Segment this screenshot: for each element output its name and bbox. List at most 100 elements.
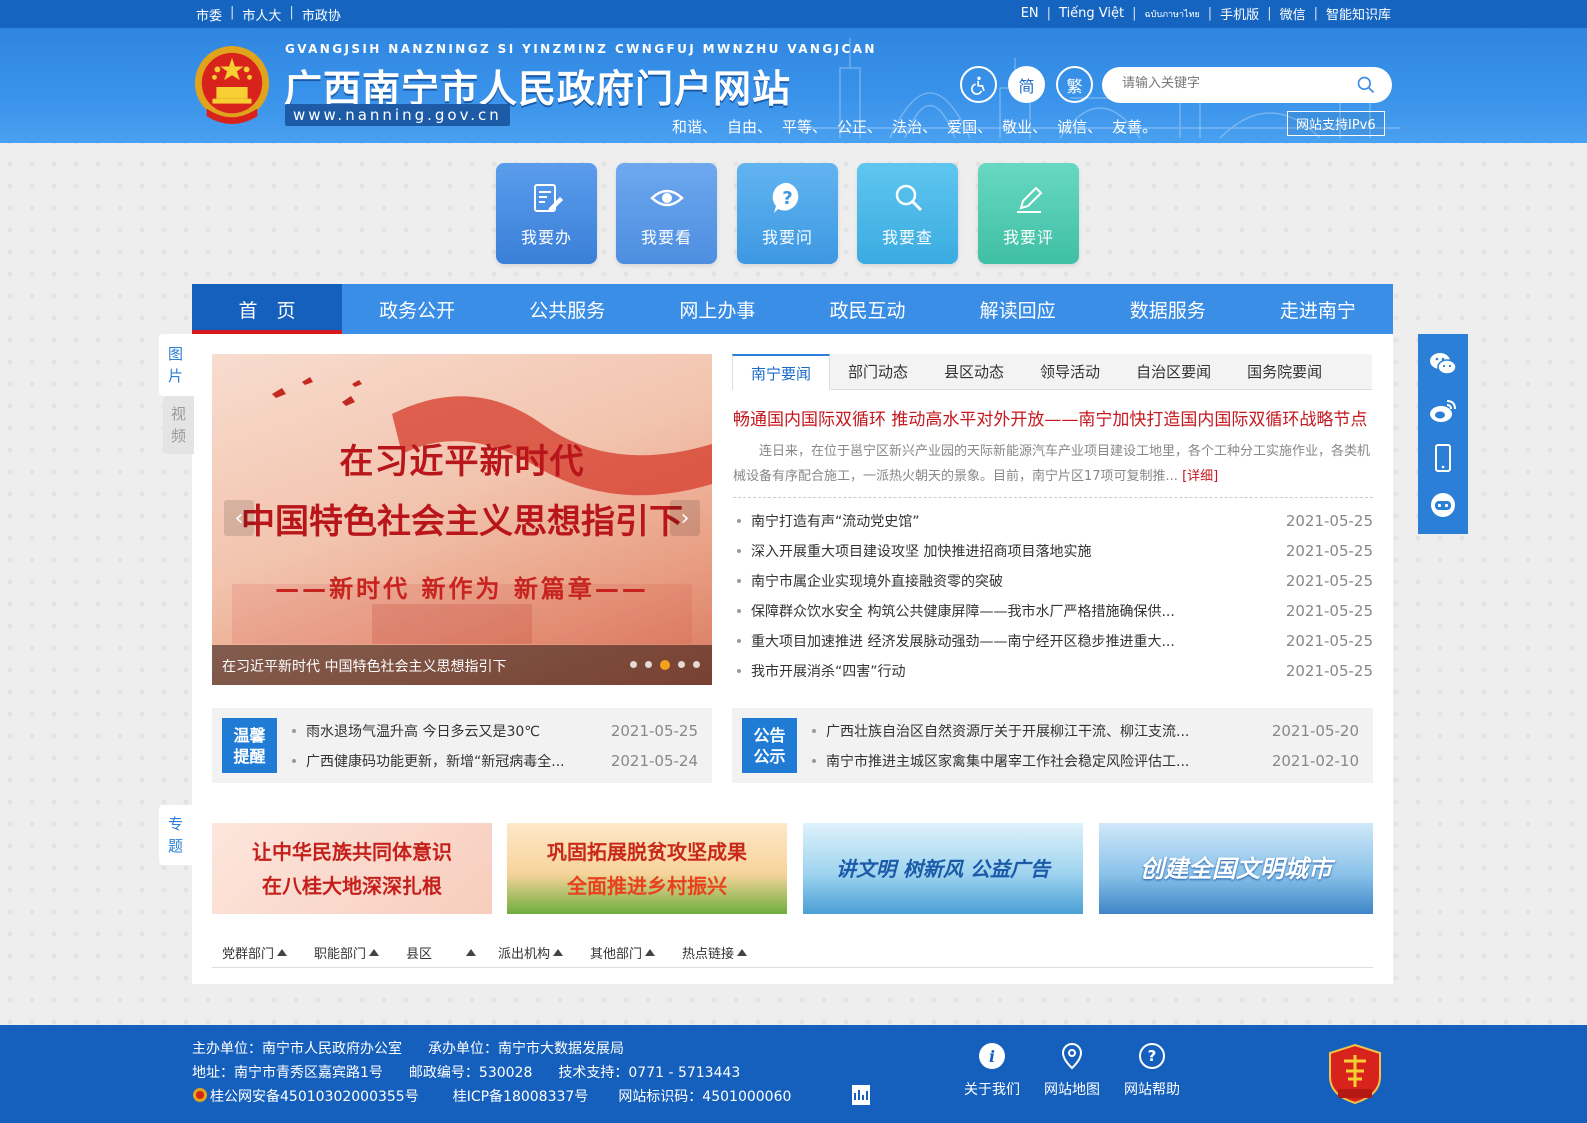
banner-text: 全面推进乡村振兴 — [567, 873, 727, 898]
link-mobile[interactable]: 手机版 — [1220, 4, 1259, 23]
tile-view[interactable]: 我要看 — [616, 163, 717, 264]
news-title[interactable]: 重大项目加速推进 经济发展脉动强劲——南宁经开区稳步推进重大... — [751, 631, 1266, 651]
site-help-button[interactable]: ? 网站帮助 — [1117, 1041, 1187, 1099]
dropdown-functional-departments[interactable]: 职能部门 — [314, 938, 396, 967]
dropdown-agencies[interactable]: 派出机构 — [498, 938, 580, 967]
link-english[interactable]: EN — [1021, 6, 1039, 21]
dropdown-party-departments[interactable]: 党群部门 — [222, 938, 304, 967]
list-item[interactable]: 保障群众饮水安全 构筑公共健康屏障——我市水厂严格措施确保供... 2021-05… — [733, 596, 1373, 626]
nav-online-services[interactable]: 网上办事 — [642, 284, 792, 334]
carousel-dot-active[interactable] — [660, 660, 670, 670]
dropdown-counties[interactable]: 县区 — [406, 938, 488, 967]
footer-operator: 承办单位：南宁市大数据发展局 — [428, 1041, 624, 1057]
tile-search[interactable]: 我要查 — [857, 163, 958, 264]
news-title[interactable]: 深入开展重大项目建设攻坚 加快推进招商项目落地实施 — [751, 541, 1266, 561]
carousel-dot[interactable] — [645, 661, 652, 668]
banner-civility-ad[interactable]: 讲文明 树新风 公益广告 — [803, 823, 1083, 914]
tile-ask[interactable]: ? 我要问 — [737, 163, 838, 264]
reminder-date: 2021-05-24 — [610, 752, 698, 770]
list-item[interactable]: 南宁市属企业实现境外直接融资零的突破 2021-05-25 — [733, 566, 1373, 596]
list-item[interactable]: 雨水退场气温升高 今日多云又是30℃ 2021-05-25 — [290, 716, 698, 746]
dropdown-label: 党群部门 — [222, 947, 275, 962]
police-record-link[interactable]: 桂公网安备45010302000355号 — [210, 1089, 419, 1105]
tab-leader-activities[interactable]: 领导活动 — [1022, 354, 1118, 389]
link-party-committee[interactable]: 市委 — [196, 5, 222, 24]
tab-state-council-news[interactable]: 国务院要闻 — [1229, 354, 1340, 389]
side-tab-video[interactable]: 视 频 — [163, 396, 194, 454]
announcement-badge[interactable]: 公告 公示 — [742, 718, 797, 773]
news-title[interactable]: 我市开展消杀“四害”行动 — [751, 661, 1266, 681]
nav-interaction[interactable]: 政民互动 — [793, 284, 943, 334]
carousel-next-button[interactable]: › — [670, 500, 700, 536]
mobile-phone-icon[interactable] — [1427, 442, 1459, 474]
link-knowledge-base[interactable]: 智能知识库 — [1326, 4, 1391, 23]
nav-about-nanning[interactable]: 走进南宁 — [1243, 284, 1393, 334]
list-item[interactable]: 我市开展消杀“四害”行动 2021-05-25 — [733, 656, 1373, 686]
list-item[interactable]: 重大项目加速推进 经济发展脉动强劲——南宁经开区稳步推进重大... 2021-05… — [733, 626, 1373, 656]
nav-government-affairs[interactable]: 政务公开 — [342, 284, 492, 334]
carousel-prev-button[interactable]: ‹ — [224, 500, 254, 536]
list-item[interactable]: 广西壮族自治区自然资源厅关于开展柳江干流、柳江支流... 2021-05-20 — [810, 716, 1359, 746]
link-vietnamese[interactable]: Tiếng Việt — [1059, 6, 1124, 21]
announcement-title[interactable]: 广西壮族自治区自然资源厅关于开展柳江干流、柳江支流... — [826, 721, 1250, 741]
accessibility-button[interactable] — [960, 66, 997, 103]
side-tab-special-topics[interactable]: 专 题 — [159, 805, 192, 865]
list-item[interactable]: 广西健康码功能更新，新增“新冠病毒全... 2021-05-24 — [290, 746, 698, 776]
side-tab-images[interactable]: 图 片 — [159, 334, 192, 396]
banner-ethnic-unity[interactable]: 让中华民族共同体意识 在八桂大地深深扎根 — [212, 823, 492, 914]
image-carousel[interactable]: 在习近平新时代 中国特色社会主义思想指引下 ——新时代 新作为 新篇章—— ‹ … — [212, 354, 712, 685]
site-check-icon[interactable] — [851, 1085, 870, 1105]
simplified-chinese-button[interactable]: 简 — [1008, 66, 1045, 103]
carousel-dot[interactable] — [693, 661, 700, 668]
tile-handle-affairs[interactable]: 我要办 — [496, 163, 597, 264]
announcement-title[interactable]: 南宁市推进主城区家禽集中屠宰工作社会稳定风险评估工... — [826, 751, 1250, 771]
banner-civilized-city[interactable]: 创建全国文明城市 — [1099, 823, 1373, 914]
tab-county-news[interactable]: 县区动态 — [926, 354, 1022, 389]
reminder-badge[interactable]: 温馨 提醒 — [222, 718, 277, 773]
search-input[interactable] — [1122, 76, 1342, 91]
link-wechat[interactable]: 微信 — [1280, 4, 1306, 23]
dropdown-hot-links[interactable]: 热点链接 — [682, 938, 764, 967]
banner-rural-revitalization[interactable]: 巩固拓展脱贫攻坚成果 全面推进乡村振兴 — [507, 823, 787, 914]
weibo-icon[interactable] — [1427, 395, 1459, 427]
banner-text: 讲文明 树新风 公益广告 — [836, 856, 1050, 881]
dropdown-label: 职能部门 — [314, 947, 367, 962]
robot-assistant-icon[interactable] — [1427, 489, 1459, 521]
about-us-button[interactable]: i 关于我们 — [957, 1041, 1027, 1099]
site-url: www.nanning.gov.cn — [285, 104, 510, 126]
tab-department-news[interactable]: 部门动态 — [830, 354, 926, 389]
headline-news[interactable]: 畅通国内国际双循环 推动高水平对外开放——南宁加快打造国内国际双循环战略节点 — [733, 405, 1373, 430]
reminder-title[interactable]: 雨水退场气温升高 今日多云又是30℃ — [306, 721, 589, 741]
tab-nanning-news[interactable]: 南宁要闻 — [732, 354, 831, 390]
reminder-title[interactable]: 广西健康码功能更新，新增“新冠病毒全... — [306, 751, 589, 771]
nav-public-services[interactable]: 公共服务 — [492, 284, 642, 334]
triangle-up-icon — [369, 949, 380, 956]
link-cppcc[interactable]: 市政协 — [302, 5, 341, 24]
read-more-link[interactable]: [详细] — [1182, 469, 1218, 484]
site-map-button[interactable]: 网站地图 — [1037, 1041, 1107, 1099]
news-title[interactable]: 南宁市属企业实现境外直接融资零的突破 — [751, 571, 1266, 591]
footer-button-label: 网站帮助 — [1124, 1082, 1180, 1098]
nav-data-services[interactable]: 数据服务 — [1093, 284, 1243, 334]
national-emblem-logo[interactable] — [193, 44, 271, 130]
link-thai[interactable]: ฉบับภาษาไทย — [1145, 7, 1200, 21]
wechat-icon[interactable] — [1427, 348, 1459, 380]
news-title[interactable]: 保障群众饮水安全 构筑公共健康屏障——我市水厂严格措施确保供... — [751, 601, 1266, 621]
news-title[interactable]: 南宁打造有声“流动党史馆” — [751, 511, 1266, 531]
link-peoples-congress[interactable]: 市人大 — [242, 5, 281, 24]
icp-record-link[interactable]: 桂ICP备18008337号 — [453, 1089, 589, 1105]
traditional-chinese-button[interactable]: 繁 — [1056, 66, 1093, 103]
party-government-agency-logo[interactable] — [1328, 1043, 1382, 1105]
tile-evaluate[interactable]: 我要评 — [978, 163, 1079, 264]
nav-home[interactable]: 首 页 — [192, 284, 343, 334]
tile-label: 我要看 — [640, 227, 692, 247]
tab-region-news[interactable]: 自治区要闻 — [1118, 354, 1229, 389]
search-icon[interactable] — [1356, 75, 1376, 95]
list-item[interactable]: 南宁市推进主城区家禽集中屠宰工作社会稳定风险评估工... 2021-02-10 — [810, 746, 1359, 776]
list-item[interactable]: 深入开展重大项目建设攻坚 加快推进招商项目落地实施 2021-05-25 — [733, 536, 1373, 566]
dropdown-other-departments[interactable]: 其他部门 — [590, 938, 672, 967]
nav-interpretation[interactable]: 解读回应 — [943, 284, 1093, 334]
carousel-dot[interactable] — [678, 661, 685, 668]
list-item[interactable]: 南宁打造有声“流动党史馆” 2021-05-25 — [733, 506, 1373, 536]
carousel-dot[interactable] — [630, 661, 637, 668]
